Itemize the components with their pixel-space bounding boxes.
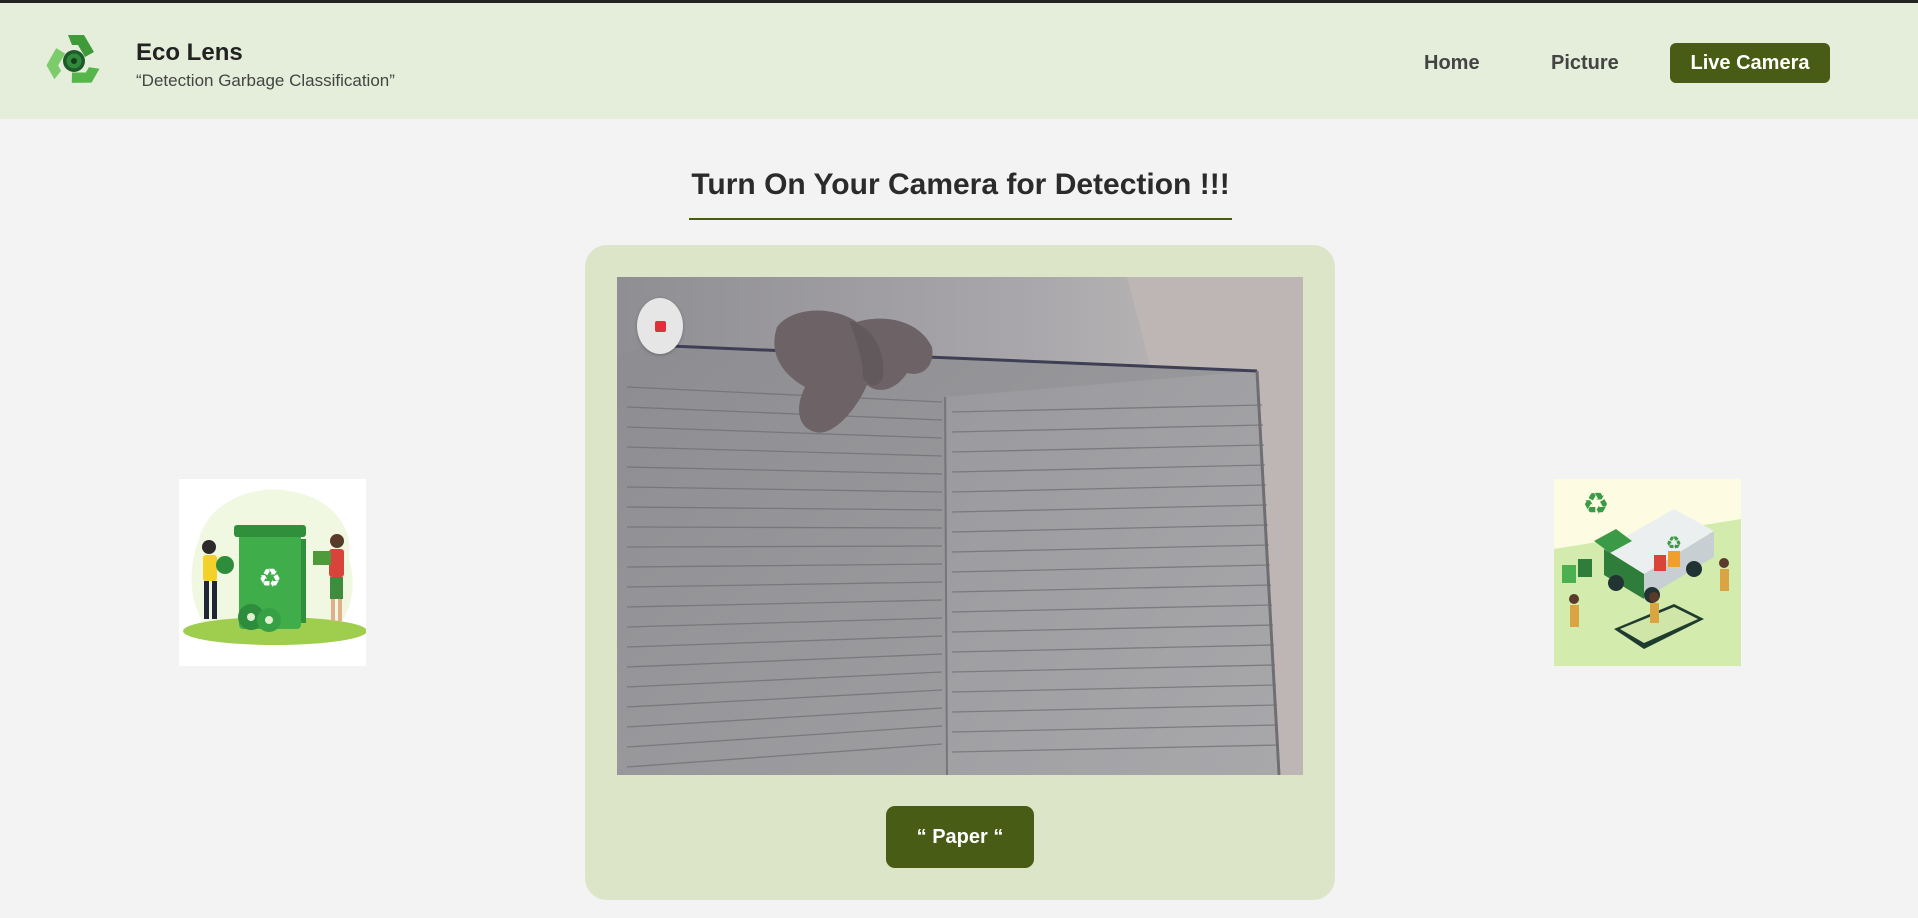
camera-feed: [617, 277, 1303, 775]
page-title: Turn On Your Camera for Detection !!!: [691, 168, 1230, 201]
title-underline: [689, 218, 1232, 220]
navbar: Eco Lens “Detection Garbage Classificati…: [0, 3, 1918, 119]
recycling-people-illustration: ♻: [179, 479, 367, 666]
stop-record-icon: [655, 321, 666, 332]
svg-text:♻: ♻: [1583, 487, 1610, 522]
stop-record-button[interactable]: [637, 298, 683, 354]
nav-live-camera-button[interactable]: Live Camera: [1670, 43, 1830, 83]
nav-home-link[interactable]: Home: [1424, 43, 1480, 83]
classification-result-button[interactable]: “ Paper “: [886, 806, 1034, 868]
nav-picture-link[interactable]: Picture: [1551, 43, 1619, 83]
svg-text:♻: ♻: [1666, 533, 1682, 554]
recycle-logo-icon[interactable]: [44, 31, 104, 91]
waste-truck-sorting-illustration: ♻ ♻: [1554, 479, 1741, 666]
svg-text:♻: ♻: [258, 564, 281, 594]
brand-subtitle: “Detection Garbage Classification”: [136, 71, 395, 90]
brand-title: Eco Lens: [136, 39, 243, 66]
